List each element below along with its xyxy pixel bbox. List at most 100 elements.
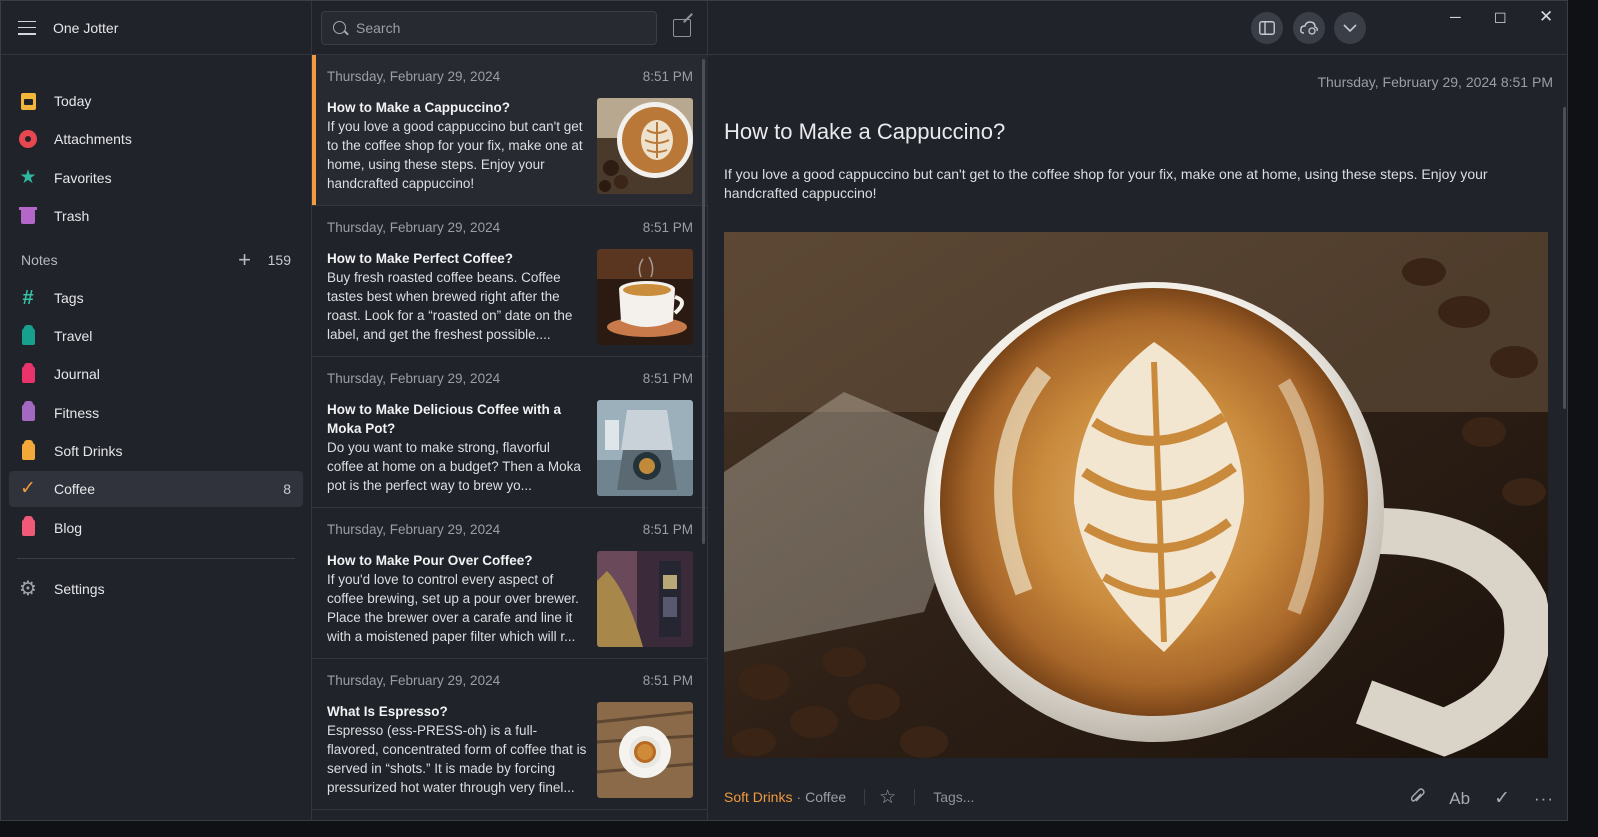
notes-section-header: Notes + 159 [9,242,303,278]
editor-title[interactable]: How to Make a Cappuccino? [724,119,1005,145]
notebook-link[interactable]: Soft Drinks [724,789,792,805]
tag-icon [19,362,37,383]
note-snippet: Espresso (ess-PRESS-oh) is a full-flavor… [327,723,587,795]
notes-section-label: Notes [21,251,58,268]
sidebar-item-label: Favorites [54,169,112,186]
note-time: 8:51 PM [642,522,693,537]
hamburger-menu-icon[interactable] [18,20,36,35]
sidebar-item-label: Today [54,93,92,109]
minimize-icon[interactable]: ─ [1450,9,1461,26]
footer-actions: Ab ✓ ··· [1409,787,1554,810]
sidebar-item-blog[interactable]: Blog [9,510,303,546]
note-list-item[interactable]: Thursday, February 29, 2024 8:51 PM How … [312,357,708,508]
layout-panel-icon[interactable] [1251,12,1283,44]
note-time: 8:51 PM [642,673,693,688]
add-notebook-icon[interactable]: + [238,247,251,273]
cloud-sync-icon[interactable] [1293,12,1325,44]
tag-icon [19,516,37,537]
note-snippet: If you love a good cappuccino but can't … [327,119,583,191]
search-input[interactable] [356,19,636,36]
sidebar-item-journal[interactable]: Journal [9,356,303,392]
sidebar-item-soft-drinks[interactable]: Soft Drinks [9,433,303,469]
sidebar-item-label: Tags [54,289,84,306]
note-time: 8:51 PM [642,371,693,386]
app-window: One Jotter Today Attachments ★ Favorites… [0,0,1568,821]
sidebar-item-label: Travel [54,328,93,345]
footer-divider [914,789,916,805]
hash-icon: # [22,286,34,309]
note-list[interactable]: Thursday, February 29, 2024 8:51 PM How … [312,55,708,820]
notes-count: 159 [267,251,291,268]
checkmark-icon[interactable]: ✓ [1494,787,1510,810]
editor-scrollbar[interactable] [1563,107,1566,409]
note-list-item[interactable]: Thursday, February 29, 2024 8:51 PM How … [312,206,708,357]
note-list-item[interactable]: Thursday, February 29, 2024 8:51 PM What… [312,659,708,810]
sidebar-item-settings[interactable]: ⚙ Settings [9,571,303,607]
trash-icon [19,207,37,225]
sidebar-item-label: Soft Drinks [54,443,123,460]
app-title: One Jotter [53,19,119,36]
note-title: What Is Espresso? [327,704,448,719]
sidebar-item-trash[interactable]: Trash [9,198,303,234]
search-icon [333,21,346,34]
note-title: How to Make Pour Over Coffee? [327,553,533,568]
note-editor: ─ ☐ ✕ Thursday, February 29, 2024 8:51 P… [708,1,1567,820]
latte-art-thumbnail [597,98,693,194]
check-icon: ✓ [20,478,36,500]
cappuccino-image[interactable] [724,232,1548,758]
note-list-item[interactable]: Thursday, February 29, 2024 8:51 PM How … [312,508,708,659]
sidebar-item-label: Journal [54,366,100,383]
note-date: Thursday, February 29, 2024 [327,673,501,688]
sidebar-item-attachments[interactable]: Attachments [9,121,303,157]
note-snippet: If you'd love to control every aspect of… [327,572,579,644]
coffee-cup-thumbnail [597,249,693,345]
editor-body[interactable]: If you love a good cappuccino but can't … [724,165,1504,203]
sidebar-divider [17,557,295,559]
note-date: Thursday, February 29, 2024 [327,220,501,235]
note-date: Thursday, February 29, 2024 [327,371,501,386]
tag-icon [19,324,37,345]
sidebar-item-fitness[interactable]: Fitness [9,395,303,431]
tags-input[interactable]: Tags... [933,789,974,805]
note-title: How to Make Delicious Coffee with a Moka… [327,402,562,436]
new-note-icon[interactable] [673,18,691,37]
more-options-icon[interactable]: ··· [1534,789,1554,809]
sidebar-item-travel[interactable]: Travel [9,318,303,354]
note-snippet: Buy fresh roasted coffee beans. Coffee t… [327,270,573,342]
tag-icon [19,401,37,422]
note-title: How to Make Perfect Coffee? [327,251,514,266]
sidebar-header: One Jotter [1,1,311,55]
note-list-scrollbar[interactable] [702,59,705,544]
note-title: How to Make a Cappuccino? [327,100,511,115]
note-snippet: Do you want to make strong, flavorful co… [327,440,581,493]
note-date: Thursday, February 29, 2024 [327,69,501,84]
note-list-item[interactable]: Thursday, February 29, 2024 8:51 PM How … [312,55,708,206]
attachments-icon [19,130,37,149]
font-format-icon[interactable]: Ab [1449,789,1470,809]
note-list-panel: Thursday, February 29, 2024 8:51 PM How … [312,1,708,820]
sidebar-item-today[interactable]: Today [9,83,303,119]
favorite-star-icon[interactable]: ☆ [879,786,896,809]
sidebar-item-count: 8 [283,481,291,498]
sidebar-item-label: Settings [54,580,105,597]
sidebar-item-label: Attachments [54,131,132,148]
today-icon [19,92,37,110]
maximize-icon[interactable]: ☐ [1494,10,1507,27]
note-date: Thursday, February 29, 2024 [327,522,501,537]
sidebar-item-coffee[interactable]: ✓ Coffee 8 [9,471,303,508]
attach-icon[interactable] [1409,788,1425,809]
gear-icon: ⚙ [19,577,37,600]
sidebar-item-tags[interactable]: # Tags [9,280,303,316]
espresso-thumbnail [597,702,693,798]
sidebar-item-label: Fitness [54,404,100,421]
editor-footer: Soft Drinks · Coffee ☆ Tags... Ab ✓ ··· [724,786,1554,810]
sidebar-item-label: Trash [54,207,90,224]
note-list-header [312,1,707,55]
chevron-down-icon[interactable] [1334,12,1366,44]
pour-over-thumbnail [597,551,693,647]
search-box[interactable] [321,10,657,45]
tag-link[interactable]: Coffee [805,789,846,805]
editor-datetime: Thursday, February 29, 2024 8:51 PM [1317,74,1553,90]
sidebar-item-favorites[interactable]: ★ Favorites [9,160,303,196]
close-icon[interactable]: ✕ [1539,7,1553,27]
